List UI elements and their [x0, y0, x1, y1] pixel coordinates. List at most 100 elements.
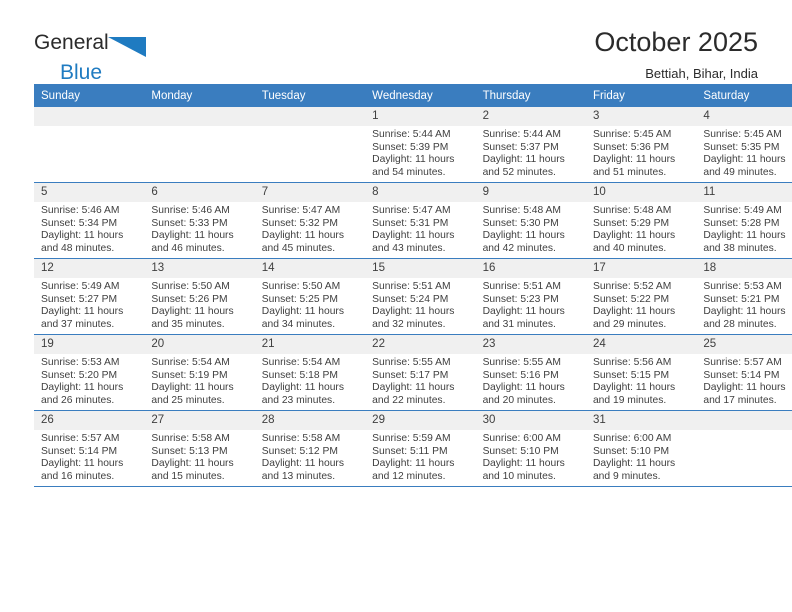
sunset-time: Sunset: 5:23 PM	[482, 293, 559, 305]
calendar-cell: 10 Sunrise: 5:48 AM Sunset: 5:29 PM Dayligh…	[585, 182, 697, 259]
sunrise-time: Sunrise: 5:47 AM	[372, 205, 451, 216]
sunrise-time: Sunrise: 5:57 AM	[41, 433, 120, 444]
calendar-cell: 24 Sunrise: 5:56 AM Sunset: 5:15 PM Dayligh…	[585, 334, 697, 411]
day-number: 1	[365, 107, 476, 126]
calendar-cell: 22 Sunrise: 5:55 AM Sunset: 5:17 PM Dayligh…	[365, 334, 476, 411]
sunset-time: Sunset: 5:32 PM	[261, 217, 338, 229]
day-cell-18[interactable]: 18 Sunrise: 5:53 AM Sunset: 5:21 PM Dayligh…	[696, 259, 792, 334]
calendar-cell: 21 Sunrise: 5:54 AM Sunset: 5:18 PM Dayligh…	[254, 334, 366, 411]
sunset-time: Sunset: 5:16 PM	[482, 369, 559, 381]
daylight-line-1: Daylight: 11 hours	[482, 382, 565, 394]
day-cell-15[interactable]: 15 Sunrise: 5:51 AM Sunset: 5:24 PM Dayligh…	[365, 259, 476, 334]
day-cell-16[interactable]: 16 Sunrise: 5:51 AM Sunset: 5:23 PM Dayligh…	[475, 259, 586, 334]
calendar-week-row: 19 Sunrise: 5:53 AM Sunset: 5:20 PM Dayligh…	[34, 334, 792, 411]
day-cell-10[interactable]: 10 Sunrise: 5:48 AM Sunset: 5:29 PM Dayligh…	[585, 183, 697, 258]
day-cell-30[interactable]: 30 Sunrise: 6:00 AM Sunset: 5:10 PM Dayligh…	[475, 411, 586, 486]
daylight-line-1: Daylight: 11 hours	[592, 154, 676, 166]
day-number: 20	[144, 335, 255, 354]
daylight-line-2: and 9 minutes.	[592, 470, 661, 482]
day-details: Sunrise: 5:54 AM Sunset: 5:19 PM Daylight:…	[144, 354, 254, 407]
sunrise-time: Sunrise: 5:54 AM	[261, 357, 341, 368]
day-number	[696, 411, 792, 430]
day-cell-24[interactable]: 24 Sunrise: 5:56 AM Sunset: 5:15 PM Dayligh…	[585, 335, 697, 410]
day-cell-11[interactable]: 11 Sunrise: 5:49 AM Sunset: 5:28 PM Dayligh…	[696, 183, 792, 258]
day-cell-21[interactable]: 21 Sunrise: 5:54 AM Sunset: 5:18 PM Dayligh…	[254, 335, 366, 410]
sunrise-time: Sunrise: 5:45 AM	[592, 129, 672, 140]
day-cell-19[interactable]: 19 Sunrise: 5:53 AM Sunset: 5:20 PM Dayligh…	[34, 335, 145, 410]
sunrise-time: Sunrise: 5:51 AM	[482, 281, 561, 292]
calendar-page: General Blue October 2025 Bettiah, Bihar…	[0, 0, 792, 612]
day-details: Sunrise: 5:50 AM Sunset: 5:25 PM Daylight:…	[255, 278, 365, 331]
day-details: Sunrise: 5:50 AM Sunset: 5:26 PM Daylight:…	[144, 278, 254, 331]
day-number: 7	[254, 183, 366, 202]
day-cell-28[interactable]: 28 Sunrise: 5:58 AM Sunset: 5:12 PM Dayligh…	[254, 411, 366, 486]
day-cell-13[interactable]: 13 Sunrise: 5:50 AM Sunset: 5:26 PM Dayligh…	[144, 259, 255, 334]
day-number: 14	[254, 259, 366, 278]
day-cell-8[interactable]: 8 Sunrise: 5:47 AM Sunset: 5:31 PM Daylight…	[365, 183, 476, 258]
calendar-cell: 16 Sunrise: 5:51 AM Sunset: 5:23 PM Dayligh…	[475, 258, 586, 335]
day-cell-1[interactable]: 1 Sunrise: 5:44 AM Sunset: 5:39 PM Daylight…	[365, 107, 476, 182]
day-cell-14[interactable]: 14 Sunrise: 5:50 AM Sunset: 5:25 PM Dayligh…	[254, 259, 366, 334]
weekday-header-friday: Friday	[585, 84, 697, 107]
calendar-week-row: 5 Sunrise: 5:46 AM Sunset: 5:34 PM Daylight…	[34, 182, 792, 259]
day-number: 12	[34, 259, 145, 278]
day-cell-31[interactable]: 31 Sunrise: 6:00 AM Sunset: 5:10 PM Dayligh…	[585, 411, 697, 486]
daylight-line-2: and 54 minutes.	[372, 166, 446, 178]
calendar-cell: 15 Sunrise: 5:51 AM Sunset: 5:24 PM Dayligh…	[365, 258, 476, 335]
day-cell-2[interactable]: 2 Sunrise: 5:44 AM Sunset: 5:37 PM Daylight…	[475, 107, 586, 182]
day-cell-23[interactable]: 23 Sunrise: 5:55 AM Sunset: 5:16 PM Dayligh…	[475, 335, 586, 410]
daylight-line-2: and 19 minutes.	[592, 394, 667, 406]
sunrise-time: Sunrise: 5:56 AM	[592, 357, 672, 368]
logo[interactable]: General Blue	[34, 26, 154, 84]
calendar-cell	[34, 107, 145, 183]
day-cell-26[interactable]: 26 Sunrise: 5:57 AM Sunset: 5:14 PM Dayligh…	[34, 411, 145, 486]
sunrise-time: Sunrise: 5:47 AM	[261, 205, 341, 216]
daylight-line-1: Daylight: 11 hours	[482, 154, 565, 166]
calendar-cell: 23 Sunrise: 5:55 AM Sunset: 5:16 PM Dayligh…	[475, 334, 586, 411]
daylight-line-2: and 26 minutes.	[41, 394, 115, 406]
location-subtitle: Bettiah, Bihar, India	[645, 66, 758, 81]
day-cell-12[interactable]: 12 Sunrise: 5:49 AM Sunset: 5:27 PM Dayligh…	[34, 259, 145, 334]
daylight-line-2: and 23 minutes.	[261, 394, 336, 406]
day-cell-3[interactable]: 3 Sunrise: 5:45 AM Sunset: 5:36 PM Daylight…	[585, 107, 697, 182]
daylight-line-1: Daylight: 11 hours	[482, 230, 565, 242]
day-cell-22[interactable]: 22 Sunrise: 5:55 AM Sunset: 5:17 PM Dayligh…	[365, 335, 476, 410]
day-cell-5[interactable]: 5 Sunrise: 5:46 AM Sunset: 5:34 PM Daylight…	[34, 183, 145, 258]
day-cell-29[interactable]: 29 Sunrise: 5:59 AM Sunset: 5:11 PM Dayligh…	[365, 411, 476, 486]
sunset-time: Sunset: 5:14 PM	[703, 369, 780, 381]
triangle-icon	[107, 37, 148, 64]
day-cell-4[interactable]: 4 Sunrise: 5:45 AM Sunset: 5:35 PM Daylight…	[696, 107, 792, 182]
daylight-line-1: Daylight: 11 hours	[261, 382, 345, 394]
daylight-line-1: Daylight: 11 hours	[703, 382, 786, 394]
day-number: 11	[696, 183, 792, 202]
sunrise-time: Sunrise: 5:52 AM	[592, 281, 672, 292]
day-cell-17[interactable]: 17 Sunrise: 5:52 AM Sunset: 5:22 PM Dayligh…	[585, 259, 697, 334]
sunrise-time: Sunrise: 5:46 AM	[151, 205, 230, 216]
day-number: 31	[585, 411, 697, 430]
sunset-time: Sunset: 5:36 PM	[592, 141, 670, 153]
daylight-line-1: Daylight: 11 hours	[482, 306, 565, 318]
day-cell-27[interactable]: 27 Sunrise: 5:58 AM Sunset: 5:13 PM Dayligh…	[144, 411, 255, 486]
daylight-line-1: Daylight: 11 hours	[261, 230, 345, 242]
day-number: 19	[34, 335, 145, 354]
daylight-line-2: and 49 minutes.	[703, 166, 777, 178]
day-details: Sunrise: 5:58 AM Sunset: 5:12 PM Daylight:…	[255, 430, 365, 483]
day-cell-9[interactable]: 9 Sunrise: 5:48 AM Sunset: 5:30 PM Daylight…	[475, 183, 586, 258]
sunset-time: Sunset: 5:28 PM	[703, 217, 780, 229]
calendar-cell: 3 Sunrise: 5:45 AM Sunset: 5:36 PM Daylight…	[585, 107, 697, 183]
day-cell-25[interactable]: 25 Sunrise: 5:57 AM Sunset: 5:14 PM Dayligh…	[696, 335, 792, 410]
calendar-cell: 9 Sunrise: 5:48 AM Sunset: 5:30 PM Daylight…	[475, 182, 586, 259]
daylight-line-2: and 35 minutes.	[151, 318, 225, 330]
sunrise-time: Sunrise: 5:45 AM	[703, 129, 782, 140]
sunset-time: Sunset: 5:18 PM	[261, 369, 338, 381]
day-number: 6	[144, 183, 255, 202]
day-cell-6[interactable]: 6 Sunrise: 5:46 AM Sunset: 5:33 PM Daylight…	[144, 183, 255, 258]
daylight-line-1: Daylight: 11 hours	[592, 306, 676, 318]
calendar-cell	[144, 107, 255, 183]
day-cell-20[interactable]: 20 Sunrise: 5:54 AM Sunset: 5:19 PM Dayligh…	[144, 335, 255, 410]
daylight-line-1: Daylight: 11 hours	[482, 458, 565, 470]
sunset-time: Sunset: 5:31 PM	[372, 217, 449, 229]
day-cell-7[interactable]: 7 Sunrise: 5:47 AM Sunset: 5:32 PM Daylight…	[254, 183, 366, 258]
day-details: Sunrise: 5:45 AM Sunset: 5:35 PM Daylight:…	[696, 126, 792, 179]
calendar-cell: 30 Sunrise: 6:00 AM Sunset: 5:10 PM Dayligh…	[475, 410, 586, 487]
